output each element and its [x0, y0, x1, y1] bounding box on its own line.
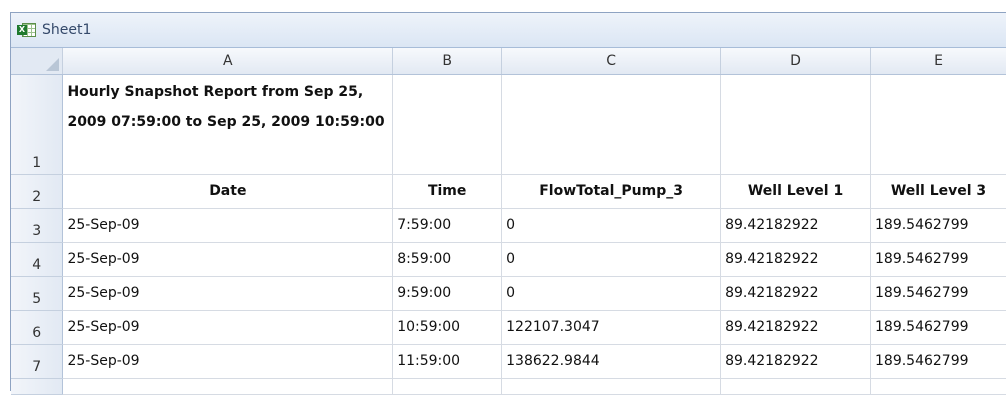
- cell[interactable]: [721, 378, 871, 394]
- row-header[interactable]: 5: [11, 276, 63, 310]
- cell-flow[interactable]: 122107.3047: [502, 310, 721, 344]
- column-header-c[interactable]: C: [502, 48, 721, 74]
- spreadsheet-window: X Sheet1 A B C D E 1 Hourly Snapshot Rep…: [10, 12, 1006, 391]
- row-header[interactable]: [11, 378, 63, 394]
- cell-well-level-1[interactable]: 89.42182922: [721, 344, 871, 378]
- cell[interactable]: [393, 378, 502, 394]
- cell[interactable]: [871, 74, 1006, 174]
- cell-well-level-1[interactable]: 89.42182922: [721, 276, 871, 310]
- header-cell-date[interactable]: Date: [63, 174, 393, 208]
- cell[interactable]: [721, 74, 871, 174]
- table-row: 4 25-Sep-09 8:59:00 0 89.42182922 189.54…: [11, 242, 1006, 276]
- cell[interactable]: [502, 378, 721, 394]
- cell-flow[interactable]: 138622.9844: [502, 344, 721, 378]
- sheet-titlebar: X Sheet1: [11, 13, 1006, 48]
- header-cell-well-level-1[interactable]: Well Level 1: [721, 174, 871, 208]
- cell-date[interactable]: 25-Sep-09: [63, 242, 393, 276]
- cell-time[interactable]: 7:59:00: [393, 208, 502, 242]
- cell-well-level-3[interactable]: 189.5462799: [871, 208, 1006, 242]
- cell-well-level-1[interactable]: 89.42182922: [721, 208, 871, 242]
- cell-flow[interactable]: 0: [502, 242, 721, 276]
- column-header-e[interactable]: E: [871, 48, 1006, 74]
- column-header-b[interactable]: B: [393, 48, 502, 74]
- row-header[interactable]: 4: [11, 242, 63, 276]
- column-header-d[interactable]: D: [721, 48, 871, 74]
- column-header-a[interactable]: A: [63, 48, 393, 74]
- row-header[interactable]: 6: [11, 310, 63, 344]
- cell-well-level-3[interactable]: 189.5462799: [871, 276, 1006, 310]
- cell[interactable]: [502, 74, 721, 174]
- cell-date[interactable]: 25-Sep-09: [63, 276, 393, 310]
- spreadsheet-grid: A B C D E 1 Hourly Snapshot Report from …: [11, 48, 1006, 395]
- sheet-title: Sheet1: [42, 22, 91, 38]
- cell-flow[interactable]: 0: [502, 276, 721, 310]
- cell-well-level-3[interactable]: 189.5462799: [871, 242, 1006, 276]
- report-title-cell[interactable]: Hourly Snapshot Report from Sep 25, 2009…: [63, 74, 393, 174]
- table-header-row: 2 Date Time FlowTotal_Pump_3 Well Level …: [11, 174, 1006, 208]
- cell-time[interactable]: 11:59:00: [393, 344, 502, 378]
- cell-time[interactable]: 10:59:00: [393, 310, 502, 344]
- select-all-button[interactable]: [11, 48, 63, 74]
- row-header[interactable]: 3: [11, 208, 63, 242]
- cell-well-level-3[interactable]: 189.5462799: [871, 344, 1006, 378]
- column-header-row: A B C D E: [11, 48, 1006, 74]
- table-row: [11, 378, 1006, 394]
- table-row: 6 25-Sep-09 10:59:00 122107.3047 89.4218…: [11, 310, 1006, 344]
- table-row: 7 25-Sep-09 11:59:00 138622.9844 89.4218…: [11, 344, 1006, 378]
- cell-date[interactable]: 25-Sep-09: [63, 208, 393, 242]
- cell-well-level-3[interactable]: 189.5462799: [871, 310, 1006, 344]
- excel-sheet-icon: X: [17, 22, 37, 38]
- header-cell-time[interactable]: Time: [393, 174, 502, 208]
- row-header[interactable]: 1: [11, 74, 63, 174]
- cell-well-level-1[interactable]: 89.42182922: [721, 242, 871, 276]
- header-cell-flow[interactable]: FlowTotal_Pump_3: [502, 174, 721, 208]
- cell-date[interactable]: 25-Sep-09: [63, 344, 393, 378]
- table-row: 5 25-Sep-09 9:59:00 0 89.42182922 189.54…: [11, 276, 1006, 310]
- cell-time[interactable]: 9:59:00: [393, 276, 502, 310]
- table-row: 3 25-Sep-09 7:59:00 0 89.42182922 189.54…: [11, 208, 1006, 242]
- cell-well-level-1[interactable]: 89.42182922: [721, 310, 871, 344]
- cell[interactable]: [871, 378, 1006, 394]
- cell[interactable]: [393, 74, 502, 174]
- table-row: 1 Hourly Snapshot Report from Sep 25, 20…: [11, 74, 1006, 174]
- row-header[interactable]: 7: [11, 344, 63, 378]
- cell[interactable]: [63, 378, 393, 394]
- header-cell-well-level-3[interactable]: Well Level 3: [871, 174, 1006, 208]
- cell-date[interactable]: 25-Sep-09: [63, 310, 393, 344]
- cell-time[interactable]: 8:59:00: [393, 242, 502, 276]
- row-header[interactable]: 2: [11, 174, 63, 208]
- cell-flow[interactable]: 0: [502, 208, 721, 242]
